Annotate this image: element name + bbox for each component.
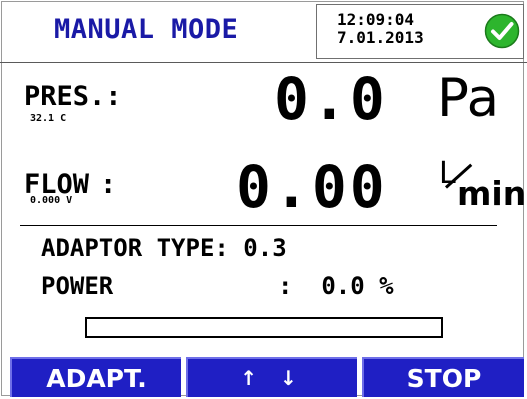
power-value: : 0.0 % bbox=[278, 272, 394, 300]
device-screen: MANUAL MODE 12:09:04 7.01.2013 PRES.: 32… bbox=[0, 0, 527, 399]
pressure-temperature: 32.1 C bbox=[30, 113, 67, 124]
power-progress-bar bbox=[85, 317, 443, 338]
flow-unit-min: min bbox=[457, 174, 527, 213]
flow-voltage: 0.000 V bbox=[30, 195, 73, 206]
info-divider bbox=[20, 225, 497, 226]
adapt-button[interactable]: ADAPT. bbox=[10, 357, 181, 397]
flow-colon: : bbox=[100, 169, 117, 200]
clock-time: 12:09:04 bbox=[337, 10, 415, 29]
pressure-label: PRES.: bbox=[24, 81, 122, 112]
mode-title: MANUAL MODE bbox=[54, 14, 239, 45]
flow-unit: L min bbox=[437, 156, 527, 220]
header-divider bbox=[0, 62, 527, 63]
flow-value: 0.00 bbox=[236, 153, 388, 221]
power-label: POWER bbox=[41, 272, 114, 300]
clock-date: 7.01.2013 bbox=[337, 28, 424, 47]
check-circle-icon bbox=[484, 13, 520, 49]
pressure-unit: Pa bbox=[437, 68, 500, 129]
pressure-value: 0.0 bbox=[274, 65, 388, 133]
up-down-button[interactable]: ↑ ↓ bbox=[186, 357, 357, 397]
adaptor-type: ADAPTOR TYPE: 0.3 bbox=[41, 234, 287, 262]
clock-panel: 12:09:04 7.01.2013 bbox=[316, 4, 524, 59]
stop-button[interactable]: STOP bbox=[362, 357, 524, 397]
